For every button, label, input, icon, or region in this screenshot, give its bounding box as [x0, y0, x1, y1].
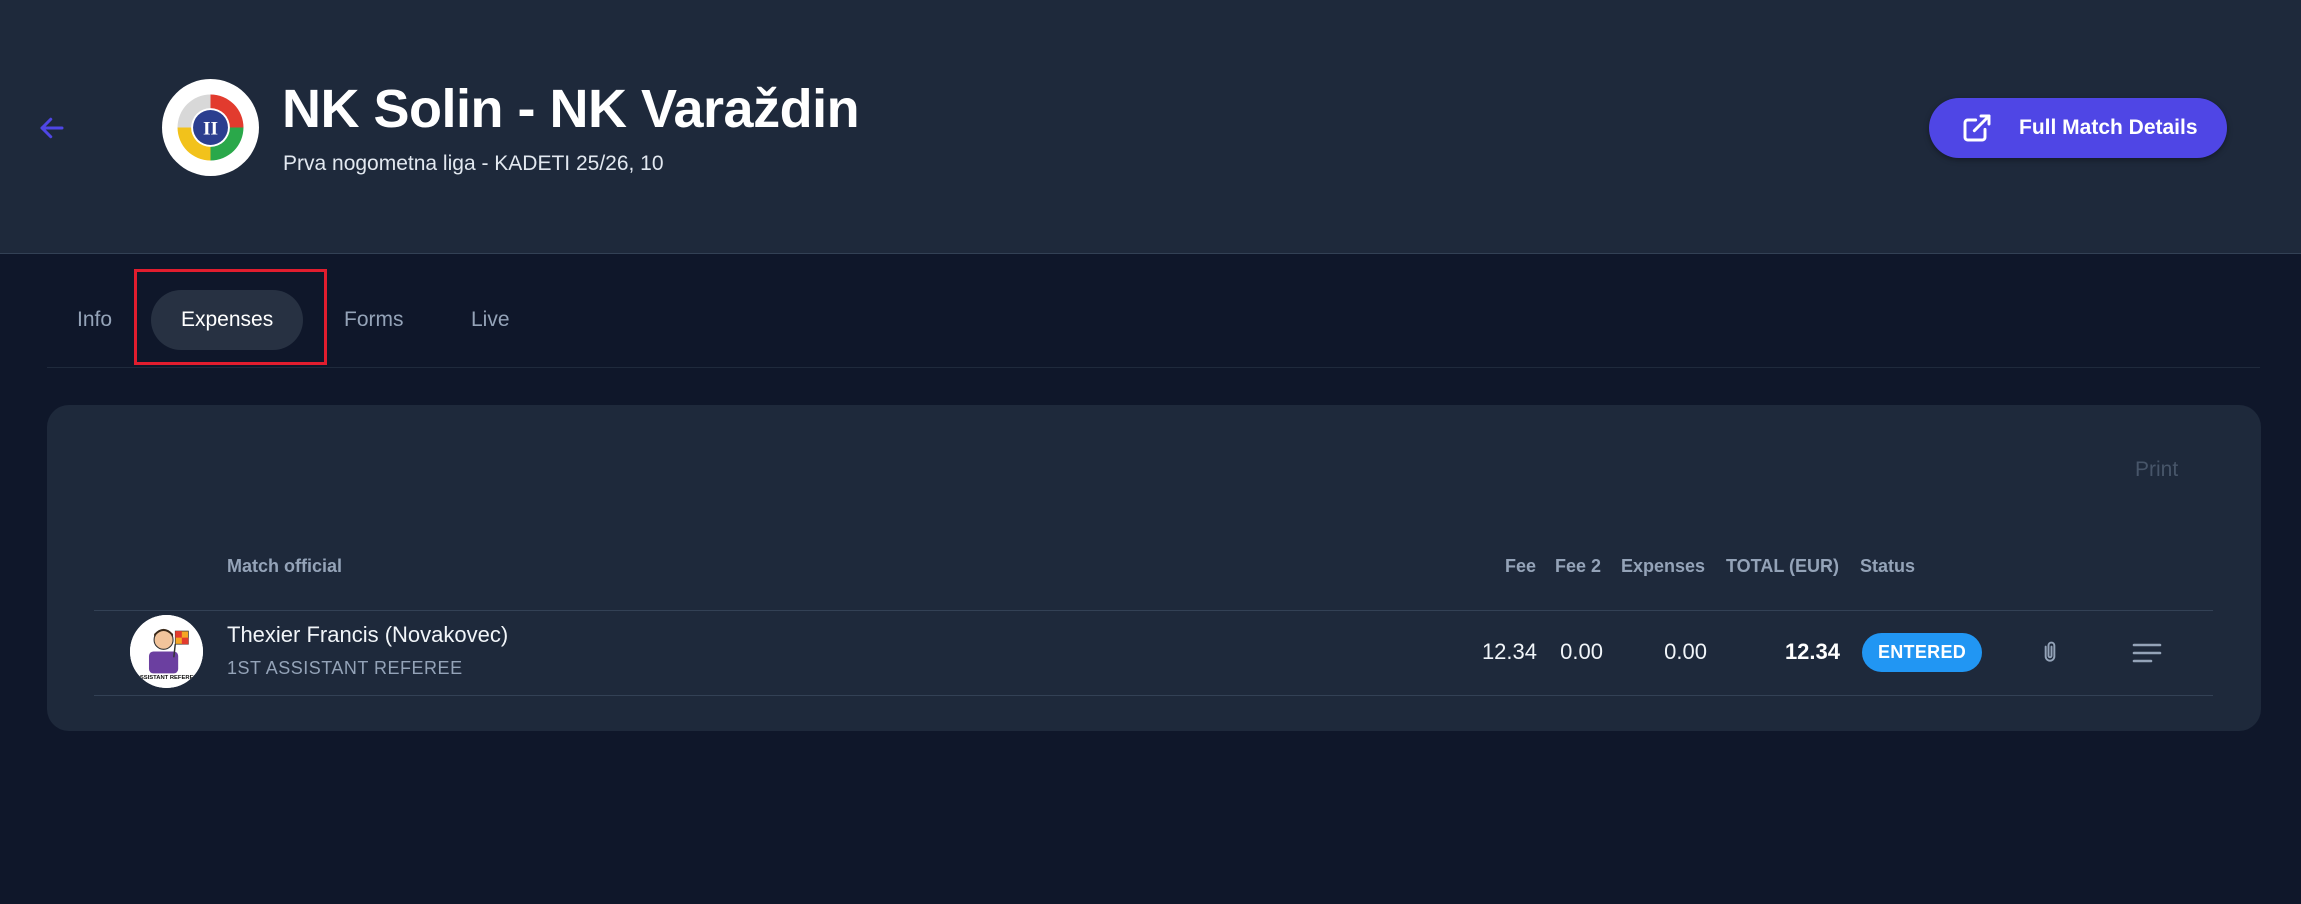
column-header-official: Match official: [227, 556, 343, 576]
full-match-details-label: Full Match Details: [2019, 116, 2198, 139]
total-value: 12.34: [1784, 639, 1840, 664]
row-divider-bottom: [94, 695, 2213, 696]
column-header-status: Status: [1860, 556, 1916, 576]
fee2-value: 0.00: [1560, 639, 1603, 664]
match-header: II NK Solin - NK Varaždin Prva nogometna…: [0, 0, 2301, 254]
avatar-lettering: ASSISTANT REFEREE: [136, 675, 198, 681]
tabs-divider: [47, 367, 2260, 368]
tab-forms[interactable]: Forms: [344, 290, 404, 350]
fee-value: 12.34: [1481, 639, 1537, 664]
column-header-fee2: Fee 2: [1555, 556, 1602, 576]
avatar: ASSISTANT REFEREE: [130, 615, 203, 688]
arrow-left-icon: [40, 117, 64, 139]
expenses-card: [47, 405, 2261, 731]
attachment-button[interactable]: [2032, 630, 2068, 674]
expenses-value: 0.00: [1664, 639, 1707, 664]
page-title: NK Solin - NK Varaždin: [282, 79, 860, 139]
menu-lines-icon: [2132, 643, 2162, 663]
official-name: Thexier Francis (Novakovec): [227, 622, 509, 647]
column-header-fee: Fee: [1505, 556, 1537, 576]
back-button[interactable]: [34, 110, 70, 146]
official-role: 1ST ASSISTANT REFEREE: [227, 658, 463, 678]
competition-logo: II: [162, 79, 259, 176]
row-menu-button[interactable]: [2127, 635, 2167, 671]
external-link-icon: [1961, 112, 1993, 144]
column-header-total: TOTAL (EUR): [1726, 556, 1839, 576]
row-divider-top: [94, 610, 2213, 611]
paperclip-icon: [2044, 641, 2056, 662]
full-match-details-button[interactable]: Full Match Details: [1929, 98, 2227, 158]
tab-live[interactable]: Live: [471, 290, 510, 350]
column-header-expenses: Expenses: [1621, 556, 1706, 576]
highlight-box: [134, 269, 327, 365]
status-badge: ENTERED: [1862, 633, 1982, 672]
tab-info[interactable]: Info: [77, 290, 112, 350]
print-button[interactable]: Print: [2135, 458, 2178, 482]
competition-subtitle: Prva nogometna liga - KADETI 25/26, 10: [283, 152, 664, 175]
logo-lettering: II: [203, 118, 218, 139]
